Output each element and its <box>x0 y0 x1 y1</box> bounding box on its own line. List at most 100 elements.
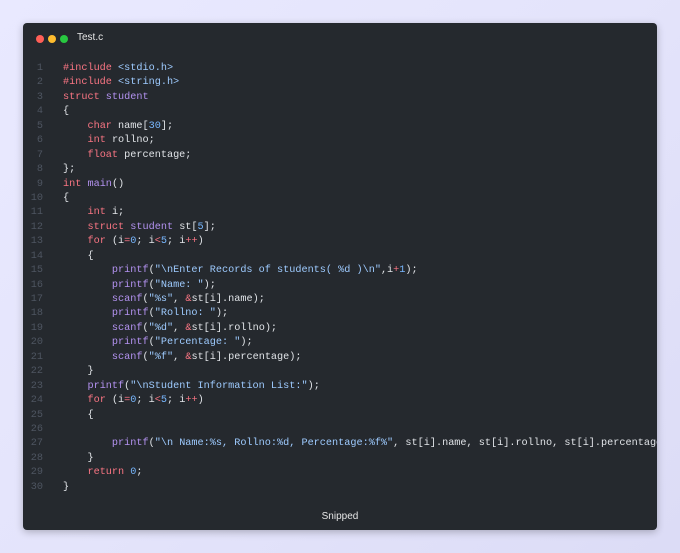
code-line: 5 char name[30]; <box>23 120 657 134</box>
line-number: 8 <box>36 164 43 176</box>
code-token: int <box>63 178 88 190</box>
line-content: struct student <box>63 91 149 105</box>
code-token: { <box>63 192 70 204</box>
line-content: return 0; <box>63 466 142 480</box>
code-token: ); <box>405 265 418 277</box>
line-number: 7 <box>36 149 43 161</box>
code-line: 23 printf("\nStudent Information List:")… <box>23 380 657 394</box>
maximize-dot-icon[interactable] <box>60 35 68 43</box>
line-number: 20 <box>30 337 43 349</box>
code-line: 17 scanf("%s", &st[i].name); <box>23 293 657 307</box>
code-token: , st[i].name, st[i].rollno, st[i].percen… <box>393 438 657 450</box>
line-content: struct student st[5]; <box>63 221 215 235</box>
line-content: char name[30]; <box>63 120 173 134</box>
line-content: int rollno; <box>63 134 154 148</box>
line-number: 23 <box>30 380 43 392</box>
line-content: } <box>63 365 94 379</box>
line-number: 4 <box>36 106 43 118</box>
line-number: 12 <box>30 221 43 233</box>
snipped-footer-label: Snipped <box>321 511 359 522</box>
code-token: ); <box>203 279 216 291</box>
code-token: { <box>63 409 94 421</box>
code-token: student <box>130 221 180 233</box>
code-line: 9 int main() <box>23 178 657 192</box>
code-token: st[i].rollno); <box>191 322 278 334</box>
code-line: 4{ <box>23 105 657 119</box>
line-number: 13 <box>30 236 43 248</box>
code-token: }; <box>63 164 76 176</box>
line-number: 14 <box>30 250 43 262</box>
code-line: 27 printf("\n Name:%s, Rollno:%d, Percen… <box>23 437 657 451</box>
line-content: printf("Percentage: "); <box>63 336 253 350</box>
line-number: 16 <box>30 279 43 291</box>
code-token: main <box>87 178 112 190</box>
code-token: printf <box>111 438 149 450</box>
code-token: int <box>87 135 112 147</box>
code-line: 21 scanf("%f", &st[i].percentage); <box>23 351 657 365</box>
code-block[interactable]: 1 #include <stdio.h> 2 #include <string.h> 3… <box>23 62 657 495</box>
line-number: 2 <box>36 77 43 89</box>
code-line: 24 for (i=0; i<5; i++) <box>23 394 657 408</box>
line-content: printf("\n Name:%s, Rollno:%d, Percentag… <box>63 437 657 451</box>
close-dot-icon[interactable] <box>36 35 44 43</box>
line-number: 22 <box>30 366 43 378</box>
code-line: 7 float percentage; <box>23 149 657 163</box>
code-token: st[i].name); <box>191 294 265 305</box>
window-titlebar: Test.c <box>23 23 657 55</box>
code-token: "Name: " <box>154 279 204 291</box>
code-token: printf <box>87 380 125 392</box>
code-line: 13 for (i=0; i<5; i++) <box>23 235 657 249</box>
code-token: ; i <box>136 395 155 407</box>
line-number: 10 <box>30 192 43 204</box>
line-number: 18 <box>30 308 43 320</box>
code-token: scanf <box>111 322 143 334</box>
code-line: 1 #include <stdio.h> <box>23 62 657 76</box>
code-token: "\nStudent Information List:" <box>130 380 308 392</box>
code-line: 6 int rollno; <box>23 134 657 148</box>
line-content: scanf("%s", &st[i].name); <box>63 293 265 307</box>
line-content: } <box>63 481 69 495</box>
code-token: ; i <box>167 395 186 407</box>
line-content: printf("\nEnter Records of students( %d … <box>63 264 418 278</box>
code-token: ++ <box>185 395 198 407</box>
code-token: "%d" <box>148 322 174 334</box>
code-token: st[ <box>179 221 198 233</box>
line-number: 29 <box>30 467 43 479</box>
line-content: for (i=0; i<5; i++) <box>63 394 203 408</box>
line-number: 9 <box>36 178 43 190</box>
file-name-title: Test.c <box>77 32 104 43</box>
minimize-dot-icon[interactable] <box>48 35 56 43</box>
code-token: return <box>87 467 131 479</box>
code-token: 30 <box>148 120 161 132</box>
code-token: ,i <box>380 265 394 277</box>
code-line: 25 { <box>23 409 657 423</box>
code-token: percentage; <box>124 149 192 161</box>
line-number: 27 <box>30 438 43 450</box>
code-line: 3 struct student <box>23 91 657 105</box>
code-token: () <box>111 178 125 190</box>
code-token: struct <box>87 221 131 233</box>
code-token: st[i].percentage); <box>191 351 302 363</box>
code-token: ) <box>197 236 204 248</box>
code-token: } <box>63 366 94 378</box>
line-content: { <box>63 105 69 119</box>
code-token: ++ <box>185 236 198 248</box>
code-line: 19 scanf("%d", &st[i].rollno); <box>23 322 657 336</box>
line-number: 24 <box>30 395 43 407</box>
line-number: 15 <box>30 265 43 277</box>
code-token: for <box>87 236 112 248</box>
code-token: i; <box>111 207 125 219</box>
code-token: ); <box>215 308 229 320</box>
code-token: int <box>87 207 112 219</box>
code-token: printf <box>111 265 149 277</box>
code-token: { <box>63 106 70 118</box>
line-content: printf("\nStudent Information List:"); <box>63 380 319 394</box>
code-line: 8}; <box>23 163 657 177</box>
code-token: <string.h> <box>118 77 180 89</box>
code-token: scanf <box>111 351 143 363</box>
